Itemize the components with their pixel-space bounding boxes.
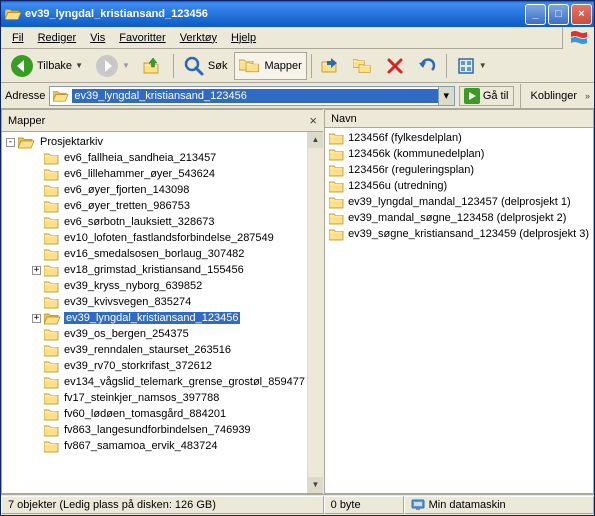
forward-button[interactable]: ▼ [90, 52, 135, 80]
tree-item[interactable]: ev6_øyer_tretten_986753 [2, 198, 307, 214]
up-button[interactable] [137, 52, 169, 80]
search-button[interactable]: Søk [178, 52, 233, 80]
tree-item[interactable]: ev6_lillehammer_øyer_543624 [2, 166, 307, 182]
tree-item[interactable]: ev39_rv70_storkrifast_372612 [2, 358, 307, 374]
collapse-icon[interactable]: - [6, 138, 15, 147]
tree-item[interactable]: +ev39_lyngdal_kristiansand_123456 [2, 310, 307, 326]
close-button[interactable]: × [571, 4, 592, 25]
list-item[interactable]: 123456f (fylkesdelplan) [329, 130, 589, 146]
statusbar: 7 objekter (Ledig plass på disken: 126 G… [1, 495, 594, 515]
folder-icon [53, 88, 69, 104]
tree-root[interactable]: -Prosjektarkiv [2, 134, 307, 150]
tree-item[interactable]: ev6_sørbotn_lauksiett_328673 [2, 214, 307, 230]
tree-pane-header: Mapper × [2, 110, 323, 132]
undo-button[interactable] [412, 52, 442, 80]
list-item[interactable]: ev39_lyngdal_mandal_123457 (delprosjekt … [329, 194, 589, 210]
tree-item[interactable]: fv863_langesundforbindelsen_746939 [2, 422, 307, 438]
tree-item[interactable]: ev39_renndalen_staurset_263516 [2, 342, 307, 358]
folders-button[interactable]: Mapper [234, 52, 306, 80]
tree-item[interactable]: fv60_lødøen_tomasgård_884201 [2, 406, 307, 422]
close-tree-pane[interactable]: × [309, 113, 317, 128]
go-button[interactable]: Gå til [459, 86, 514, 106]
toolbar: Tilbake ▼ ▼ Søk Mapper ▼ [1, 49, 594, 83]
delete-icon [385, 56, 405, 76]
moveto-icon [321, 56, 341, 76]
list-pane: Navn 123456f (fylkesdelplan)123456k (kom… [324, 109, 594, 494]
back-button[interactable]: Tilbake ▼ [5, 52, 88, 80]
address-bar: Adresse ev39_lyngdal_kristiansand_123456… [1, 83, 594, 109]
titlebar[interactable]: ev39_lyngdal_kristiansand_123456 _ □ × [1, 1, 594, 27]
views-icon [456, 56, 476, 76]
tree-item[interactable]: ev39_kvivsvegen_835274 [2, 294, 307, 310]
expand-icon[interactable]: + [32, 314, 41, 323]
forward-icon [95, 54, 119, 78]
list-item[interactable]: 123456k (kommunedelplan) [329, 146, 589, 162]
menu-file[interactable]: Fil [5, 30, 31, 46]
list-item[interactable]: 123456r (reguleringsplan) [329, 162, 589, 178]
up-icon [142, 55, 164, 77]
back-icon [10, 54, 34, 78]
column-header-name[interactable]: Navn [325, 110, 593, 128]
windows-flag-icon [562, 27, 594, 49]
links-label[interactable]: Koblinger [527, 90, 581, 102]
menu-help[interactable]: Hjelp [224, 30, 263, 46]
panes: Mapper × -Prosjektarkivev6_fallheia_sand… [1, 109, 594, 495]
status-objects: 7 objekter (Ledig plass på disken: 126 G… [1, 496, 324, 514]
minimize-button[interactable]: _ [525, 4, 546, 25]
window-title: ev39_lyngdal_kristiansand_123456 [25, 8, 525, 20]
tree-item[interactable]: ev6_øyer_fjorten_143098 [2, 182, 307, 198]
menu-view[interactable]: Vis [83, 30, 112, 46]
explorer-window: ev39_lyngdal_kristiansand_123456 _ □ × F… [0, 0, 595, 516]
file-list[interactable]: 123456f (fylkesdelplan)123456k (kommuned… [325, 128, 593, 493]
menu-favorites[interactable]: Favoritter [112, 30, 172, 46]
status-size: 0 byte [324, 496, 404, 514]
expand-icon[interactable]: + [32, 266, 41, 275]
tree-scrollbar[interactable]: ▲▼ [307, 132, 323, 493]
maximize-button[interactable]: □ [548, 4, 569, 25]
menubar: Fil Rediger Vis Favoritter Verktøy Hjelp [1, 27, 594, 49]
folder-tree[interactable]: -Prosjektarkivev6_fallheia_sandheia_2134… [2, 132, 307, 493]
address-dropdown[interactable]: ▾ [438, 87, 454, 105]
delete-button[interactable] [380, 52, 410, 80]
status-location: Min datamaskin [404, 496, 594, 514]
tree-item[interactable]: ev6_fallheia_sandheia_213457 [2, 150, 307, 166]
folders-icon [239, 56, 261, 76]
moveto-button[interactable] [316, 52, 346, 80]
copyto-icon [353, 56, 373, 76]
go-icon [464, 88, 480, 104]
list-item[interactable]: ev39_mandal_søgne_123458 (delprosjekt 2) [329, 210, 589, 226]
tree-item[interactable]: ev16_smedalsosen_borlaug_307482 [2, 246, 307, 262]
folder-icon [5, 6, 21, 22]
address-value: ev39_lyngdal_kristiansand_123456 [72, 89, 437, 103]
tree-item[interactable]: fv867_samamoa_ervik_483724 [2, 438, 307, 454]
tree-item[interactable]: ev39_os_bergen_254375 [2, 326, 307, 342]
tree-pane: Mapper × -Prosjektarkivev6_fallheia_sand… [1, 109, 323, 494]
tree-item[interactable]: ev39_kryss_nyborg_639852 [2, 278, 307, 294]
copyto-button[interactable] [348, 52, 378, 80]
tree-item[interactable]: +ev18_grimstad_kristiansand_155456 [2, 262, 307, 278]
computer-icon [411, 498, 425, 512]
address-label: Adresse [5, 90, 45, 102]
list-item[interactable]: 123456u (utredning) [329, 178, 589, 194]
list-item[interactable]: ev39_søgne_kristiansand_123459 (delprosj… [329, 226, 589, 242]
views-button[interactable]: ▼ [451, 52, 492, 80]
search-icon [183, 55, 205, 77]
menu-edit[interactable]: Rediger [31, 30, 84, 46]
menu-tools[interactable]: Verktøy [173, 30, 224, 46]
address-input[interactable]: ev39_lyngdal_kristiansand_123456 ▾ [49, 86, 454, 106]
tree-item[interactable]: ev10_lofoten_fastlandsforbindelse_287549 [2, 230, 307, 246]
undo-icon [417, 56, 437, 76]
tree-item[interactable]: ev134_vågslid_telemark_grense_grostøl_85… [2, 374, 307, 390]
tree-item[interactable]: fv17_steinkjer_namsos_397788 [2, 390, 307, 406]
